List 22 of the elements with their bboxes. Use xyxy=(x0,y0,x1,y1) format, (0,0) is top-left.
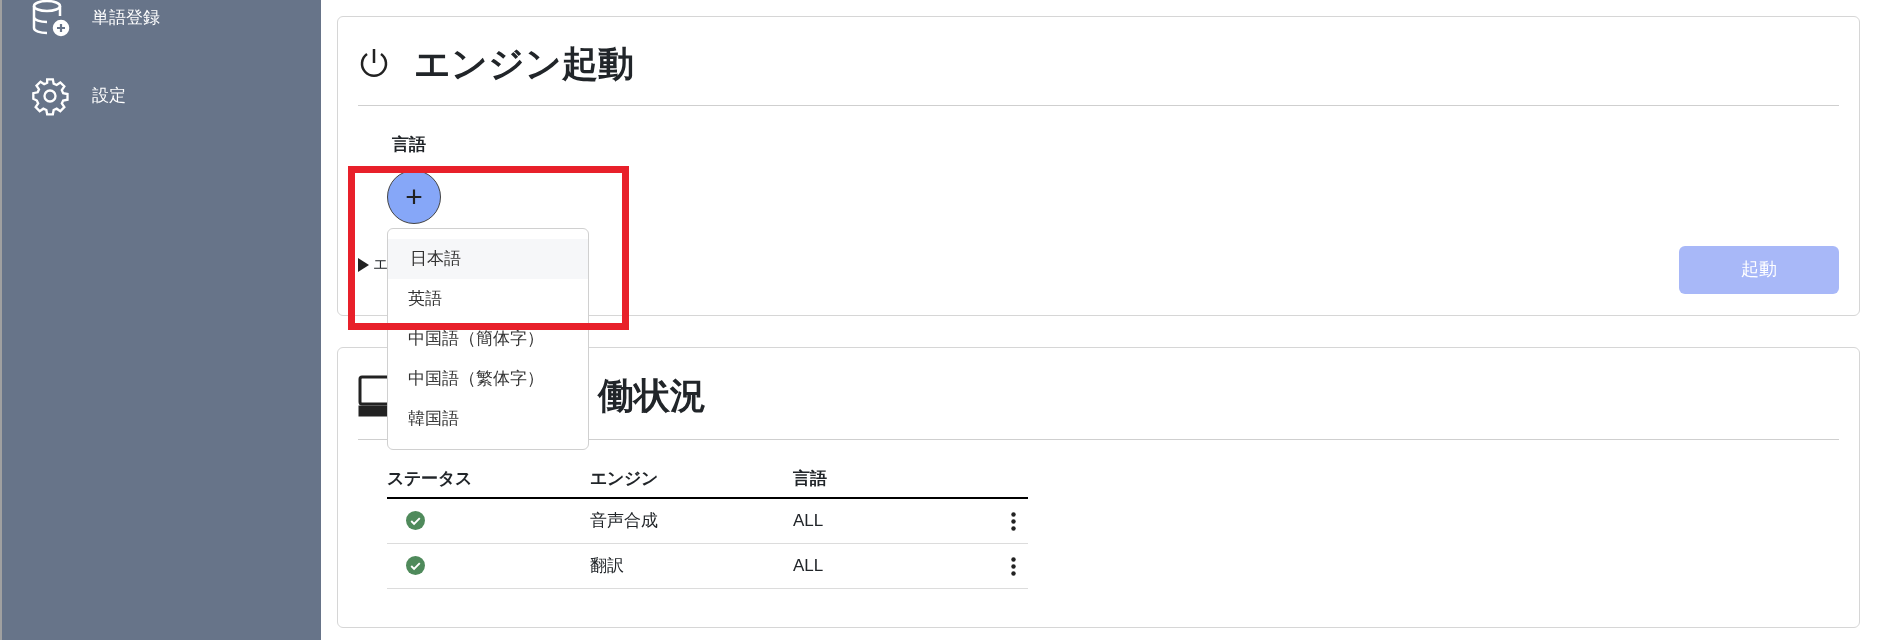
settings-icon xyxy=(30,76,70,116)
sidebar-item[interactable]: 単語登録 xyxy=(2,0,321,38)
menu-item[interactable]: 中国語（繁体字） xyxy=(388,359,588,399)
menu-item[interactable]: 韓国語 xyxy=(388,399,588,439)
table-cell: ALL xyxy=(793,555,824,575)
details-toggle[interactable]: エ xyxy=(373,253,388,276)
expand-triangle-icon xyxy=(358,257,369,272)
column-header: ステータス xyxy=(387,468,472,488)
menu-item[interactable]: 日本語 xyxy=(388,239,588,279)
column-header: 言語 xyxy=(793,468,827,488)
menu-item[interactable]: 英語 xyxy=(388,279,588,319)
more-options-icon[interactable] xyxy=(1011,556,1016,576)
table-cell: 音声合成 xyxy=(590,511,658,530)
menu-item[interactable]: 中国語（簡体字） xyxy=(388,319,588,359)
sidebar-item[interactable]: 設定 xyxy=(2,76,321,116)
column-header: エンジン xyxy=(590,468,658,488)
more-options-icon[interactable] xyxy=(1011,512,1016,531)
table-cell: ALL xyxy=(793,511,824,530)
section-title: エンジン起動 xyxy=(414,42,634,86)
table-cell: 翻訳 xyxy=(590,555,624,575)
section-title: 働状況 xyxy=(598,374,706,418)
field-label: 言語 xyxy=(392,134,426,156)
